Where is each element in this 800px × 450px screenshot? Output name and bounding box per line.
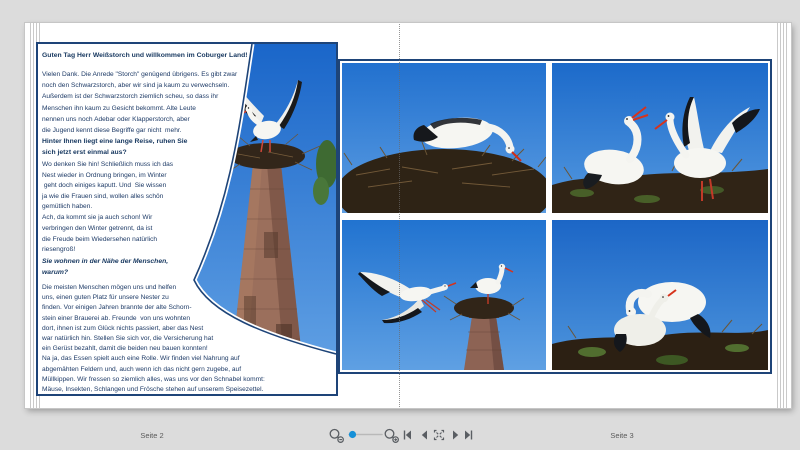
text-line: die Freude beim Wiedersehen natürlich <box>42 235 157 246</box>
text-line: abgemähten Feldern und, auch wenn ich da… <box>42 365 265 375</box>
text-line: war natürlich hin. Stellen Sie sich vor,… <box>42 334 265 344</box>
book-spread[interactable]: Guten Tag Herr Weißstorch und willkommen… <box>25 23 791 408</box>
text-line: noch den Schwarzstorch, aber wir sind ja… <box>42 80 237 91</box>
text-frame[interactable]: Guten Tag Herr Weißstorch und willkommen… <box>36 42 338 396</box>
text-line: Vielen Dank. Die Anrede "Storch" genügen… <box>42 69 237 80</box>
text-line: Müllkippen. Wir fressen so ziemlich alle… <box>42 375 265 385</box>
text-line: Ach, da kommt sie ja auch schon! Wir <box>42 213 157 224</box>
text-line: sich jetzt erst einmal aus? <box>42 147 187 158</box>
left-triangle-icon <box>422 431 427 440</box>
fit-page-button[interactable] <box>435 431 444 440</box>
navigation-toolbar: Seite 2 Seite 3 <box>0 418 800 450</box>
page-2-label: Seite 2 <box>122 431 182 440</box>
zoom-out-button[interactable] <box>330 430 343 443</box>
right-triangle-bar-icon <box>465 431 470 440</box>
text-line: Nest wieder in Ordnung bringen, im Winte… <box>42 171 173 182</box>
page-stack-edge-left <box>30 23 31 408</box>
page-stack-edge-left <box>33 23 34 408</box>
question-heading-1: Hinter Ihnen liegt eine lange Reise, ruh… <box>42 136 187 158</box>
text-line: gemütlich haben. <box>42 202 173 213</box>
zoom-in-button[interactable] <box>385 430 398 443</box>
text-line: Na ja, das Essen spielt auch eine Rolle.… <box>42 354 265 364</box>
text-line: riesengroß! <box>42 245 157 256</box>
text-line: dort, ihnen ist zum Glück nichts passier… <box>42 324 265 334</box>
photo-grid[interactable] <box>338 59 772 374</box>
page-stack-edge-right <box>786 23 787 408</box>
compress-arrows-icon <box>435 431 444 440</box>
text-line: ja wie die Frauen sind, wollen alles sch… <box>42 192 173 203</box>
paragraph-1: Vielen Dank. Die Anrede "Storch" genügen… <box>42 69 237 136</box>
photo-stork-flying-to-nest[interactable] <box>342 220 546 370</box>
text-line: Die meisten Menschen mögen uns und helfe… <box>42 283 265 293</box>
previous-page-button[interactable] <box>422 431 427 440</box>
text-line: Wo denken Sie hin! Schließlich muss ich … <box>42 160 173 171</box>
page-3-label: Seite 3 <box>592 431 652 440</box>
photo-stork-pair-preening[interactable] <box>552 220 768 370</box>
right-triangle-icon <box>453 431 458 440</box>
text-line: die Jugend kennt diese Begriffe gar nich… <box>42 125 237 136</box>
text-line: geht doch einiges kaputt. Und Sie wissen <box>42 181 173 192</box>
text-line: warum? <box>42 268 168 279</box>
last-page-button[interactable] <box>465 431 472 440</box>
page-stack-edge-right <box>780 23 781 408</box>
next-page-button[interactable] <box>453 431 458 440</box>
text-line: finden. Vor einigen Jahren brannte der a… <box>42 303 265 313</box>
text-line: verbringen den Winter getrennt, da ist <box>42 224 157 235</box>
text-line: Außerdem ist der Schwarzstorch ziemlich … <box>42 91 237 102</box>
first-page-button[interactable] <box>405 431 412 440</box>
text-line: ein Gerüst bezahlt, damit die beiden neu… <box>42 344 265 354</box>
zoom-slider-handle <box>349 431 356 438</box>
text-line: Menschen ihn kaum zu Gesicht bekommt. Al… <box>42 103 237 114</box>
paragraph-4: Die meisten Menschen mögen uns und helfe… <box>42 283 265 395</box>
paragraph-2: Wo denken Sie hin! Schließlich muss ich … <box>42 160 173 213</box>
text-line: uns, einen guten Platz für unsere Nester… <box>42 293 265 303</box>
text-line: Mäuse, Insekten, Schlangen und Frösche s… <box>42 385 265 395</box>
paragraph-3: Ach, da kommt sie ja auch schon! Wirverb… <box>42 213 157 256</box>
text-line: Sie wohnen in der Nähe der Menschen, <box>42 257 168 268</box>
photo-stork-resting-on-nest[interactable] <box>342 63 546 213</box>
zoom-slider[interactable] <box>349 431 382 438</box>
photobook-app: Guten Tag Herr Weißstorch und willkommen… <box>0 0 800 450</box>
greeting-heading: Guten Tag Herr Weißstorch und willkommen… <box>42 52 248 59</box>
photo-two-storks-greeting[interactable] <box>552 63 768 213</box>
text-line: Hinter Ihnen liegt eine lange Reise, ruh… <box>42 136 187 147</box>
question-heading-2: Sie wohnen in der Nähe der Menschen,waru… <box>42 257 168 278</box>
text-line: nennen uns noch Adebar oder Klapperstorc… <box>42 114 237 125</box>
page-stack-edge-right <box>777 23 778 408</box>
page-stack-edge-right <box>783 23 784 408</box>
text-line: stein einer Brauerei ab. Freunde von uns… <box>42 314 265 324</box>
page-fold-line <box>399 24 400 407</box>
